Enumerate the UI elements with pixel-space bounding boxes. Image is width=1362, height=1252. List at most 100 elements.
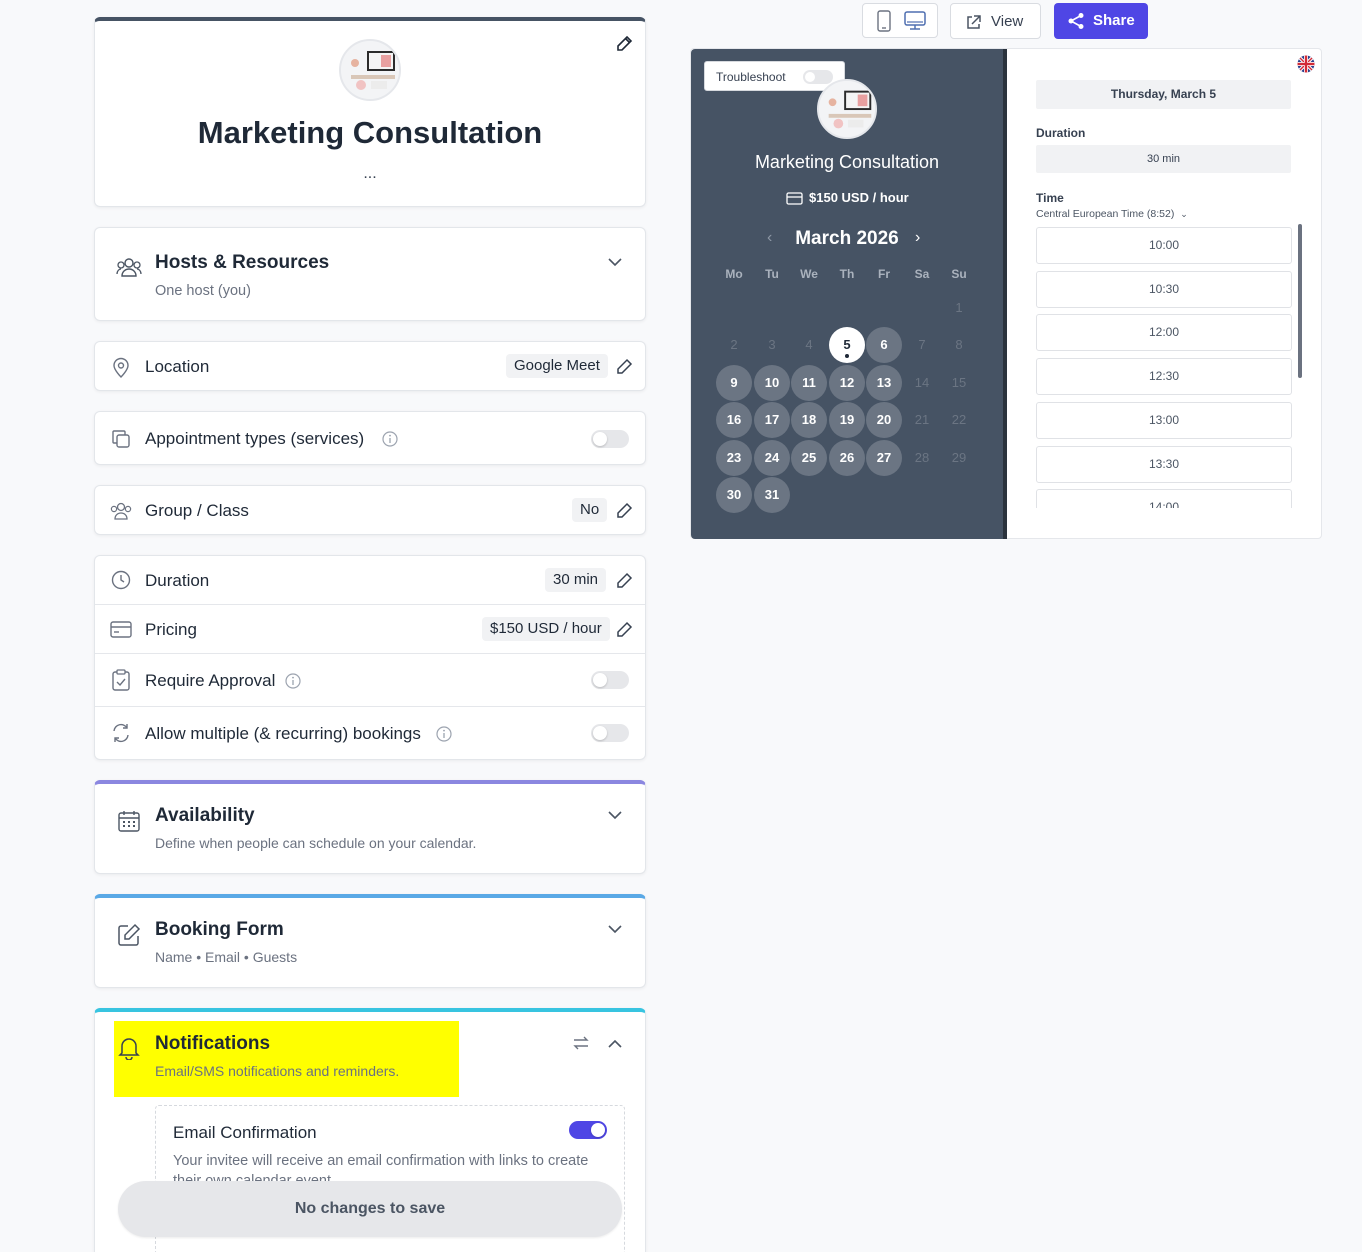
calendar-day[interactable]: 25 [791, 440, 827, 476]
copy-icon [110, 428, 132, 450]
view-label: View [991, 13, 1024, 30]
edit-icon[interactable] [614, 356, 634, 376]
mobile-icon[interactable] [875, 10, 893, 32]
calendar-day[interactable]: 16 [716, 402, 752, 438]
timezone-select[interactable]: Central European Time (8:52) ⌄ [1036, 208, 1188, 220]
users-icon [116, 255, 142, 279]
edit-icon[interactable] [614, 500, 634, 520]
duration-value: 30 min [545, 568, 607, 592]
edit-icon[interactable] [614, 570, 634, 590]
desktop-icon[interactable] [903, 10, 927, 32]
notifications-subtitle: Email/SMS notifications and reminders. [155, 1063, 400, 1079]
multiple-bookings-toggle[interactable] [591, 724, 629, 742]
hosts-card[interactable]: Hosts & Resources One host (you) [94, 227, 646, 321]
location-value: Google Meet [506, 354, 608, 378]
calendar-day[interactable]: 10 [754, 365, 790, 401]
chevron-down-icon[interactable] [606, 920, 624, 938]
calendar-day[interactable]: 30 [716, 477, 752, 513]
location-pin-icon [110, 356, 132, 378]
time-slot[interactable]: 10:00 [1036, 227, 1292, 264]
calendar-day[interactable]: 20 [866, 402, 902, 438]
chevron-up-icon[interactable] [606, 1034, 624, 1052]
settings-group: Duration 30 min Pricing $150 USD / hour … [94, 555, 646, 760]
calendar-day[interactable]: 17 [754, 402, 790, 438]
availability-card[interactable]: Availability Define when people can sche… [94, 780, 646, 874]
calendar-day: 21 [914, 412, 930, 427]
time-heading: Time [1036, 191, 1064, 205]
time-slot[interactable]: 12:30 [1036, 358, 1292, 396]
approval-label: Require Approval [145, 671, 276, 690]
uk-flag-icon[interactable] [1297, 55, 1315, 73]
description-ellipsis[interactable]: ... [95, 165, 645, 183]
calendar-day: 4 [805, 337, 813, 352]
approval-row: Require Approval [95, 654, 645, 707]
save-button[interactable]: No changes to save [118, 1181, 622, 1237]
calendar-day[interactable]: 27 [866, 440, 902, 476]
weekday-label: Su [951, 267, 967, 281]
calendar-day: 1 [955, 300, 963, 315]
duration-row[interactable]: Duration 30 min [95, 556, 645, 605]
pricing-row[interactable]: Pricing $150 USD / hour [95, 605, 645, 654]
view-button[interactable]: View [950, 3, 1041, 39]
edit-icon[interactable] [614, 619, 634, 639]
time-slot[interactable]: 14:00 [1036, 489, 1292, 508]
calendar-day[interactable]: 23 [716, 440, 752, 476]
calendar-day[interactable]: 24 [754, 440, 790, 476]
info-icon[interactable] [381, 430, 399, 448]
time-slot[interactable]: 13:30 [1036, 445, 1292, 483]
calendar-day[interactable]: 9 [716, 365, 752, 401]
preview-price: $150 USD / hour [809, 190, 909, 205]
edit-icon[interactable] [614, 33, 634, 53]
troubleshoot-toggle[interactable] [803, 70, 833, 84]
duration-label: Duration [145, 571, 210, 590]
email-confirmation-toggle[interactable] [569, 1121, 607, 1139]
share-button[interactable]: Share [1054, 3, 1148, 39]
swap-icon[interactable] [570, 1033, 592, 1053]
calendar-day[interactable]: 13 [866, 365, 902, 401]
booking-form-card[interactable]: Booking Form Name • Email • Guests [94, 894, 646, 988]
duration-select[interactable]: 30 min [1036, 145, 1291, 173]
approval-toggle[interactable] [591, 671, 629, 689]
chevron-down-icon[interactable] [606, 806, 624, 824]
calendar-day[interactable]: 19 [829, 402, 865, 438]
slots-scrollbar[interactable] [1298, 224, 1302, 378]
weekday-label: We [800, 267, 818, 281]
time-slot[interactable]: 13:00 [1036, 401, 1292, 439]
share-icon [1067, 12, 1085, 30]
appointment-types-toggle[interactable] [591, 430, 629, 448]
calendar-day[interactable]: 26 [829, 440, 865, 476]
preview-avatar [817, 79, 877, 139]
next-month-icon[interactable]: › [915, 229, 920, 247]
availability-subtitle: Define when people can schedule on your … [155, 835, 477, 851]
chevron-down-icon: ⌄ [1180, 209, 1188, 219]
time-slot[interactable]: 10:30 [1036, 270, 1292, 308]
calendar-icon [116, 808, 142, 834]
time-slots-list: 10:00 10:30 12:00 12:30 13:00 13:30 14:00 [1030, 224, 1306, 508]
avatar [339, 39, 401, 101]
date-heading: Thursday, March 5 [1036, 80, 1291, 109]
time-slot[interactable]: 12:00 [1036, 314, 1292, 352]
calendar-day[interactable]: 12 [829, 365, 865, 401]
today-dot [845, 354, 849, 358]
info-icon[interactable] [435, 725, 453, 743]
calendar-month: March 2026 [795, 228, 899, 249]
booking-form-title: Booking Form [155, 919, 284, 940]
group-class-row[interactable]: Group / Class No [94, 485, 646, 535]
chevron-down-icon[interactable] [606, 253, 624, 271]
location-row[interactable]: Location Google Meet [94, 341, 646, 391]
troubleshoot-button[interactable]: Troubleshoot [704, 61, 845, 91]
location-label: Location [145, 357, 210, 376]
calendar-day[interactable]: 11 [791, 365, 827, 401]
preview-title: Marketing Consultation [754, 152, 940, 172]
calendar-day[interactable]: 5 [829, 327, 865, 363]
profile-card: Marketing Consultation ... [94, 17, 646, 207]
weekday-label: Fr [878, 267, 890, 281]
calendar-day[interactable]: 18 [791, 402, 827, 438]
calendar-day: 7 [918, 337, 926, 352]
credit-card-icon [785, 191, 803, 205]
group-class-value: No [572, 498, 608, 522]
calendar-day[interactable]: 31 [754, 477, 790, 513]
timezone-label: Central European Time (8:52) [1036, 208, 1175, 220]
calendar-day[interactable]: 6 [866, 327, 902, 363]
info-icon[interactable] [284, 672, 302, 690]
